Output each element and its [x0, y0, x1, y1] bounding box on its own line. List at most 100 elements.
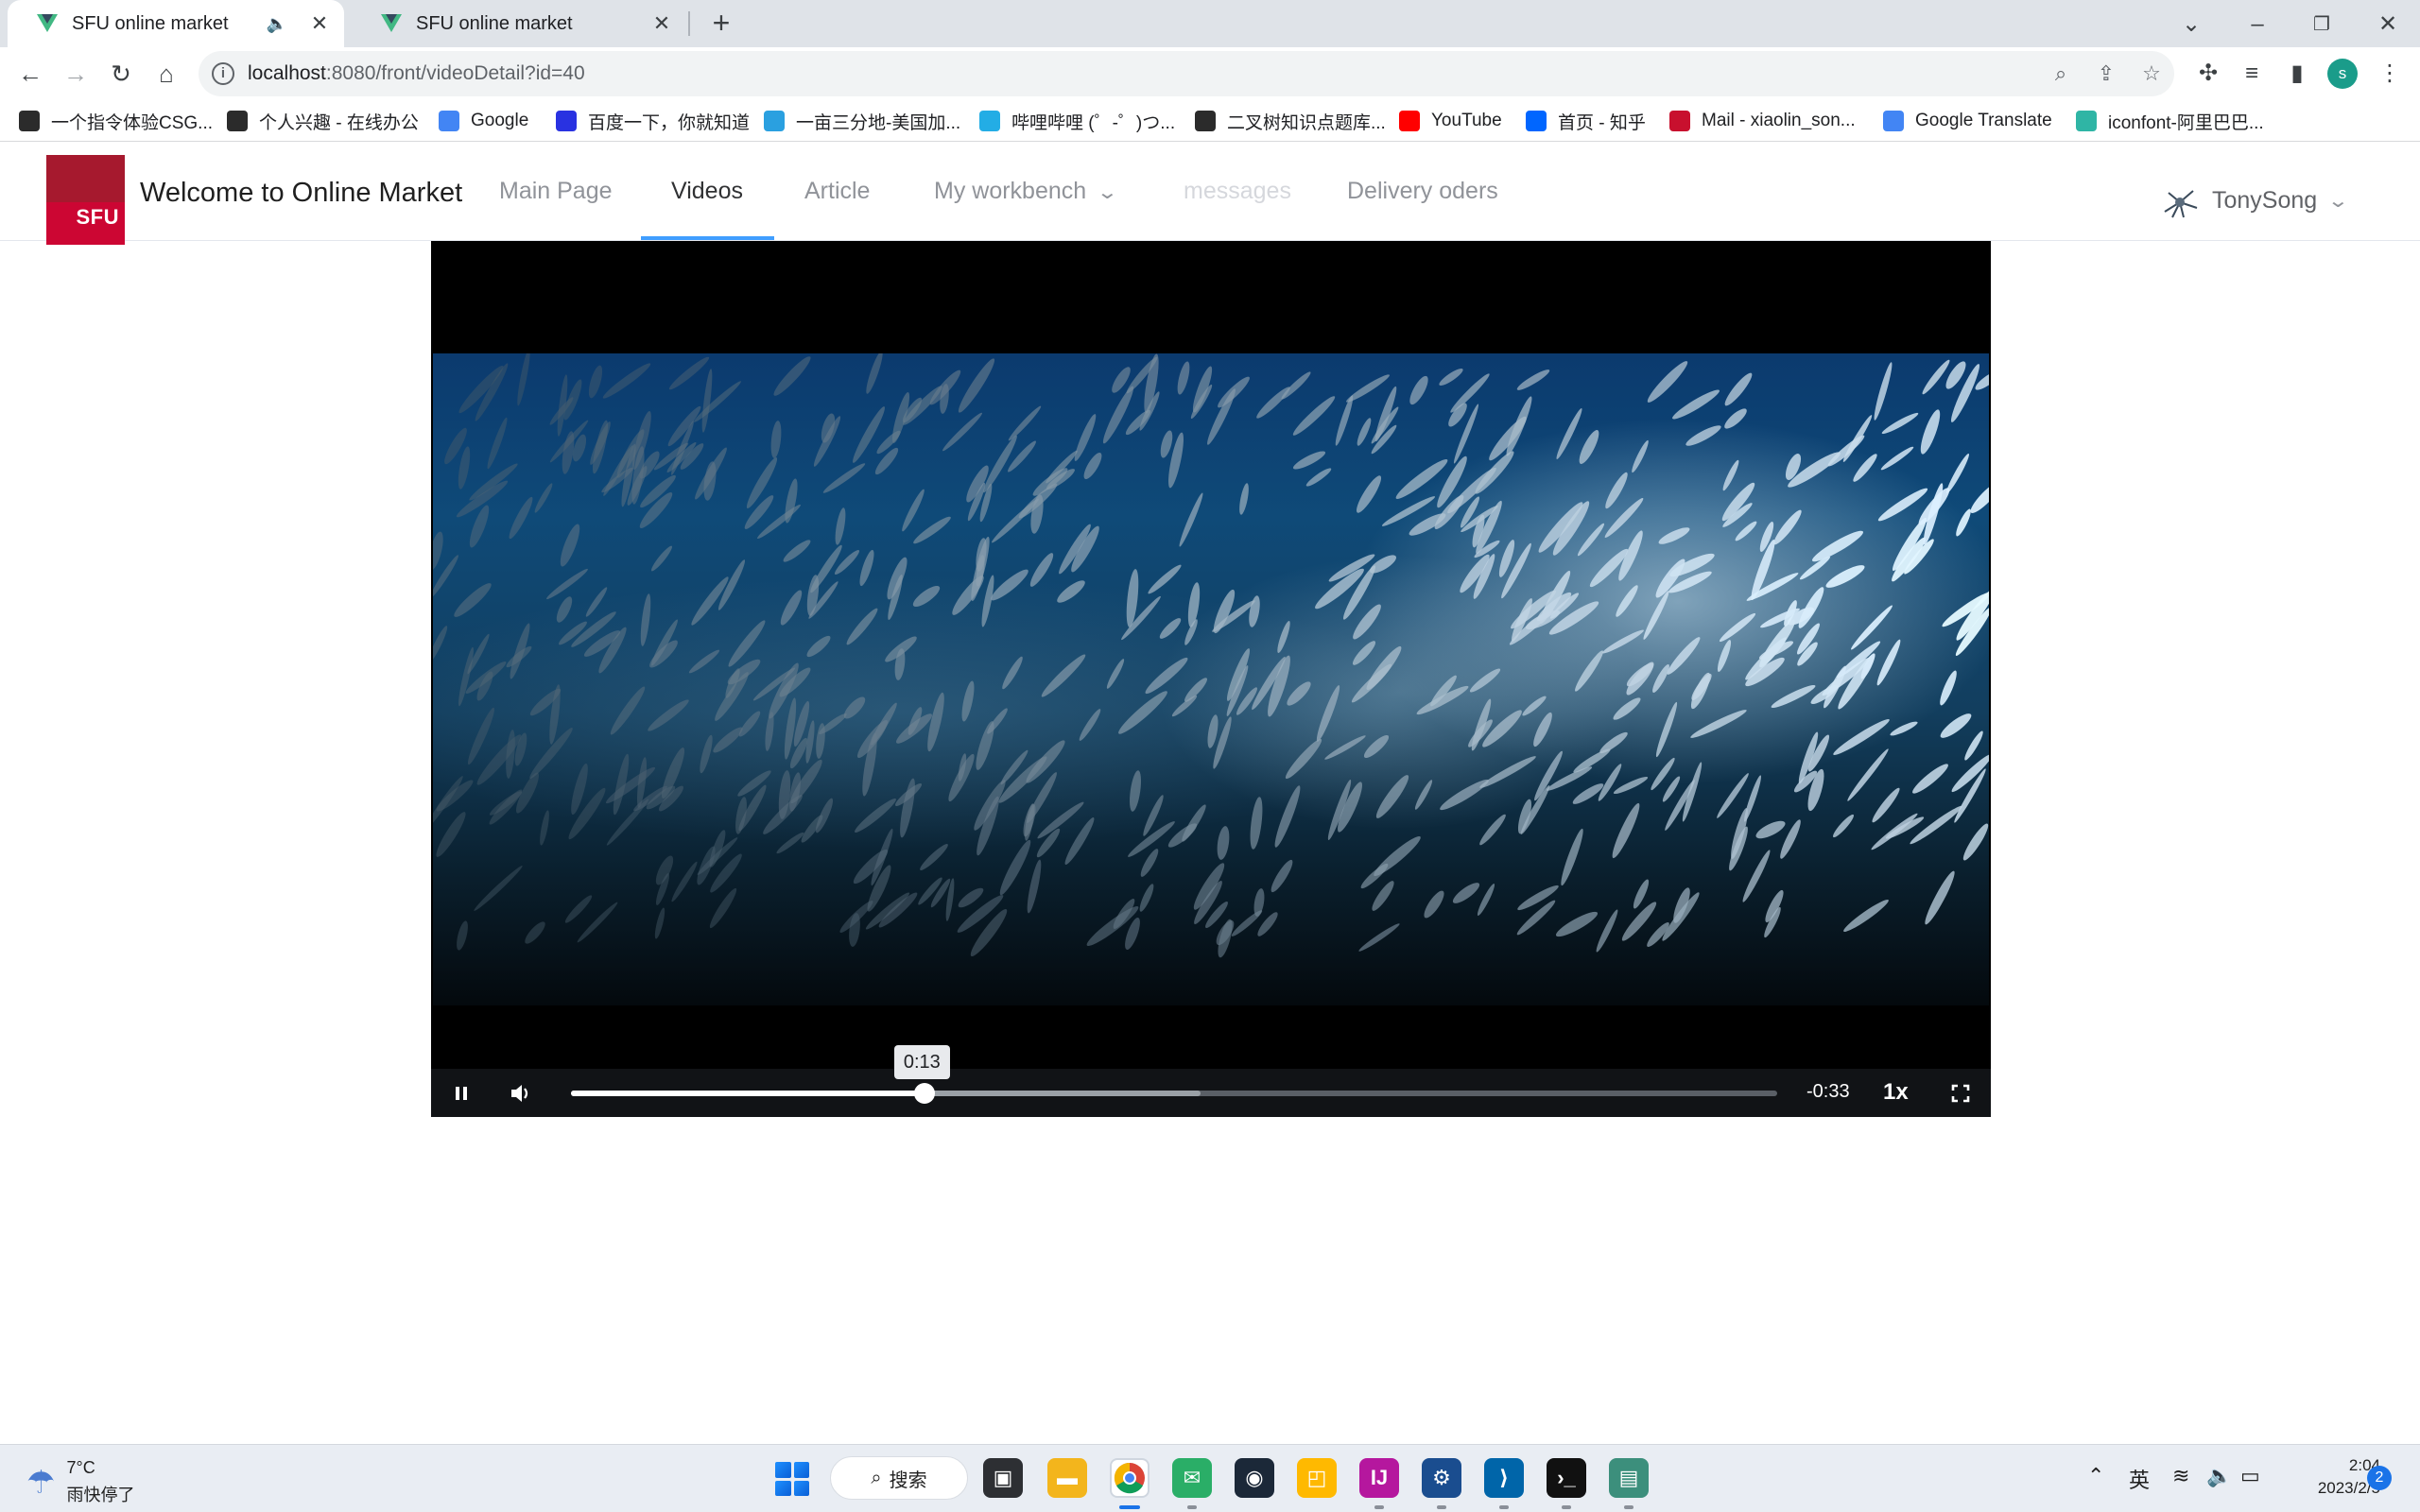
battery-icon[interactable]: ▭	[2240, 1464, 2260, 1488]
vue-logo-icon	[36, 12, 59, 35]
address-bar[interactable]: i localhost:8080/front/videoDetail?id=40…	[199, 51, 2174, 96]
weather-widget[interactable]: ☂ 7°C 雨快停了	[26, 1458, 134, 1506]
media-control-icon[interactable]: ≡	[2235, 57, 2269, 91]
nav-videos[interactable]: Videos	[671, 178, 743, 205]
intellij-icon[interactable]: IJ	[1359, 1458, 1399, 1498]
csg-icon	[19, 111, 40, 131]
restore-button[interactable]: ❐	[2303, 6, 2341, 43]
site-title: Welcome to Online Market	[140, 178, 463, 208]
file-explorer-icon[interactable]: ▬	[1047, 1458, 1087, 1498]
speaker-icon[interactable]: 🔈	[267, 14, 287, 34]
bookmark-item[interactable]: Google Translate	[1883, 108, 2052, 134]
bookmark-item[interactable]: 一个指令体验CSG...	[19, 108, 213, 134]
steam-icon[interactable]: ◉	[1235, 1458, 1274, 1498]
video-player[interactable]: 0:13 -0:33 1x	[431, 241, 1991, 1117]
start-button[interactable]	[775, 1462, 809, 1496]
site-info-icon[interactable]: i	[212, 62, 234, 85]
pause-button[interactable]	[446, 1078, 476, 1108]
extensions-icon[interactable]: ✣	[2191, 57, 2225, 91]
mysql-icon[interactable]: ⚙	[1422, 1458, 1461, 1498]
bookmarks-bar: 一个指令体验CSG... 个人兴趣 - 在线办公 Google 百度一下，你就知道 一亩…	[0, 100, 2420, 142]
nav-main-page[interactable]: Main Page	[499, 178, 613, 205]
bookmark-item[interactable]: 哔哩哔哩 (゜-゜)つ...	[979, 108, 1175, 134]
bird-icon	[764, 111, 785, 131]
bookmark-label: 百度一下，你就知道	[588, 112, 751, 133]
playback-speed-button[interactable]: 1x	[1883, 1079, 1909, 1106]
close-window-button[interactable]: ✕	[2369, 6, 2407, 43]
seek-bar[interactable]: 0:13	[571, 1045, 1777, 1104]
bookmark-label: iconfont-阿里巴巴...	[2108, 112, 2264, 133]
bookmark-item[interactable]: 百度一下，你就知道	[556, 108, 750, 134]
volume-icon	[511, 1085, 528, 1102]
tray-overflow-icon[interactable]: ⌃	[2087, 1464, 2104, 1488]
profile-avatar[interactable]: s	[2327, 59, 2358, 89]
clock-date: 2023/2/5	[2317, 1479, 2380, 1497]
bookmark-item[interactable]: 首页 - 知乎	[1526, 108, 1646, 134]
app-header: SFU Welcome to Online Market Main Page V…	[0, 144, 2420, 245]
side-panel-icon[interactable]: ▮	[2280, 57, 2314, 91]
tab-search-chevron-icon[interactable]: ⌄	[2172, 6, 2210, 43]
share-icon[interactable]: ⇪	[2093, 60, 2119, 87]
new-tab-button[interactable]: +	[705, 8, 737, 40]
bookmark-item[interactable]: 一亩三分地-美国加...	[764, 108, 960, 134]
more-menu-icon[interactable]: ⋮	[2373, 57, 2407, 91]
user-menu[interactable]: TonySong ⌄	[2159, 180, 2350, 221]
url-text[interactable]: localhost:8080/front/videoDetail?id=40	[248, 62, 585, 85]
wechat-icon[interactable]: ✉	[1172, 1458, 1212, 1498]
wifi-icon[interactable]: ≋	[2172, 1464, 2189, 1488]
nav-my-workbench[interactable]: My workbench ⌄	[934, 178, 1118, 205]
back-button[interactable]: ←	[13, 57, 47, 91]
remaining-time: -0:33	[1806, 1081, 1850, 1102]
nav-delivery-orders[interactable]: Delivery oders	[1347, 178, 1498, 205]
chevron-down-icon: ⌄	[2326, 190, 2350, 212]
chrome-icon[interactable]	[1110, 1458, 1150, 1498]
active-nav-indicator	[641, 236, 774, 240]
volume-tray-icon[interactable]: 🔈	[2206, 1464, 2232, 1488]
url-host: localhost	[248, 62, 326, 84]
bookmark-item[interactable]: 二叉树知识点题库...	[1195, 108, 1386, 134]
bookmark-item[interactable]: 个人兴趣 - 在线办公	[227, 108, 419, 134]
system-clock[interactable]: 2:04 2023/2/5	[2278, 1454, 2380, 1500]
notification-badge[interactable]: 2	[2367, 1466, 2392, 1490]
taskbar-search[interactable]: ⌕ 搜索	[830, 1456, 968, 1500]
bookmark-label: Mail - xiaolin_son...	[1702, 111, 1856, 130]
vscode-icon[interactable]: ⟩	[1484, 1458, 1524, 1498]
browser-tab[interactable]: SFU online market ✕	[352, 0, 686, 47]
logo-text: SFU	[76, 205, 119, 229]
google-icon	[439, 111, 459, 131]
running-indicator	[1499, 1505, 1509, 1509]
seek-handle[interactable]	[913, 1083, 935, 1104]
home-button[interactable]: ⌂	[149, 57, 183, 91]
pause-icon	[456, 1087, 467, 1100]
video-frame[interactable]	[433, 353, 1989, 1005]
terminal-icon[interactable]: ›_	[1547, 1458, 1586, 1498]
translate-icon	[1883, 111, 1904, 131]
close-tab-icon[interactable]: ✕	[650, 11, 673, 36]
notepad-icon[interactable]: ▤	[1609, 1458, 1649, 1498]
fish-school-image	[433, 353, 1989, 958]
bookmark-item[interactable]: Google	[439, 108, 528, 134]
nav-article[interactable]: Article	[804, 178, 870, 205]
sfu-logo[interactable]: SFU	[46, 155, 125, 245]
close-tab-icon[interactable]: ✕	[308, 11, 331, 36]
task-view-icon[interactable]: ▣	[983, 1458, 1023, 1498]
bookmark-item[interactable]: Mail - xiaolin_son...	[1669, 108, 1856, 134]
reload-button[interactable]: ↻	[104, 57, 138, 91]
input-method[interactable]: 英	[2129, 1464, 2150, 1494]
bookmark-item[interactable]: YouTube	[1399, 108, 1502, 134]
running-indicator	[1562, 1505, 1571, 1509]
bookmark-label: Google Translate	[1915, 111, 2052, 130]
fullscreen-button[interactable]	[1945, 1078, 1976, 1108]
bookmark-label: 一亩三分地-美国加...	[796, 112, 961, 133]
minimize-button[interactable]: –	[2238, 6, 2276, 43]
volume-button[interactable]	[506, 1078, 536, 1108]
circle-play-icon	[227, 111, 248, 131]
bookmark-item[interactable]: iconfont-阿里巴巴...	[2076, 108, 2264, 134]
browser-toolbar: ← → ↻ ⌂ i localhost:8080/front/videoDeta…	[0, 47, 2420, 100]
browser-tab-active[interactable]: SFU online market 🔈 ✕	[8, 0, 344, 47]
app-switcher-icon[interactable]: ◰	[1297, 1458, 1337, 1498]
forward-button[interactable]: →	[59, 57, 93, 91]
zoom-icon[interactable]: ⌕	[2048, 60, 2074, 87]
bookmark-star-icon[interactable]: ☆	[2138, 60, 2165, 87]
played-range	[571, 1091, 925, 1096]
